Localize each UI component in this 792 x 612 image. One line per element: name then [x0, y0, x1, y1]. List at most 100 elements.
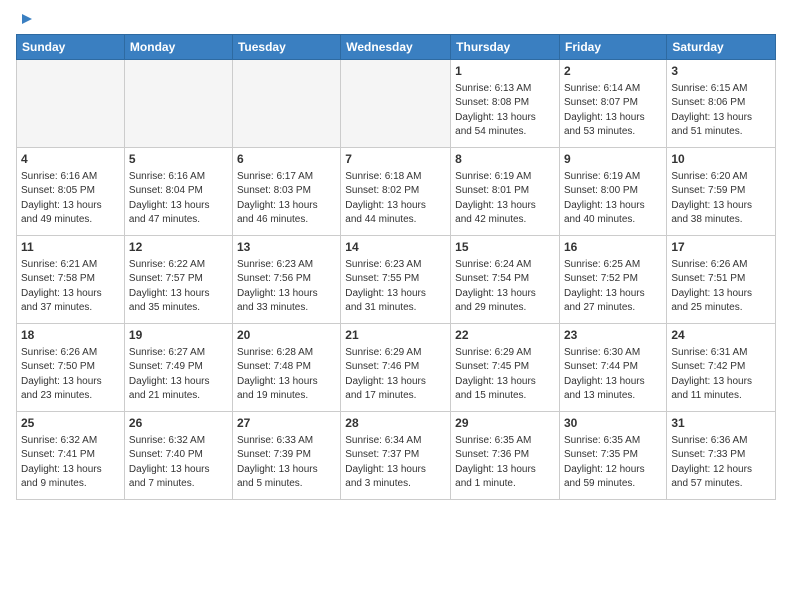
day-number: 6 [237, 151, 336, 168]
day-info: Sunrise: 6:35 AM Sunset: 7:35 PM Dayligh… [564, 435, 645, 490]
calendar-week-row: 25 Sunrise: 6:32 AM Sunset: 7:41 PM Dayli… [17, 412, 776, 500]
calendar-day-10: 10 Sunrise: 6:20 AM Sunset: 7:59 PM Dayli… [667, 148, 776, 236]
day-number: 16 [564, 239, 662, 256]
calendar-day-26: 26 Sunrise: 6:32 AM Sunset: 7:40 PM Dayli… [124, 412, 232, 500]
day-info: Sunrise: 6:30 AM Sunset: 7:44 PM Dayligh… [564, 347, 645, 402]
day-number: 13 [237, 239, 336, 256]
calendar-day-19: 19 Sunrise: 6:27 AM Sunset: 7:49 PM Dayli… [124, 324, 232, 412]
day-number: 2 [564, 63, 662, 80]
calendar-day-5: 5Sunrise: 6:16 AM Sunset: 8:04 PM Daylig… [124, 148, 232, 236]
day-number: 23 [564, 327, 662, 344]
calendar-day-23: 23 Sunrise: 6:30 AM Sunset: 7:44 PM Dayli… [560, 324, 667, 412]
day-number: 9 [564, 151, 662, 168]
calendar-day-11: 11 Sunrise: 6:21 AM Sunset: 7:58 PM Dayli… [17, 236, 125, 324]
calendar-day-8: 8 Sunrise: 6:19 AM Sunset: 8:01 PM Daylig… [451, 148, 560, 236]
day-number: 25 [21, 415, 120, 432]
day-info: Sunrise: 6:23 AM Sunset: 7:55 PM Dayligh… [345, 259, 426, 314]
day-number: 11 [21, 239, 120, 256]
day-info: Sunrise: 6:33 AM Sunset: 7:39 PM Dayligh… [237, 435, 318, 490]
day-number: 12 [129, 239, 228, 256]
calendar-week-row: 11 Sunrise: 6:21 AM Sunset: 7:58 PM Dayli… [17, 236, 776, 324]
day-number: 18 [21, 327, 120, 344]
calendar-day-1: 1Sunrise: 6:13 AM Sunset: 8:08 PM Daylig… [451, 60, 560, 148]
day-info: Sunrise: 6:20 AM Sunset: 7:59 PM Dayligh… [671, 171, 752, 226]
day-number: 30 [564, 415, 662, 432]
calendar-day-21: 21 Sunrise: 6:29 AM Sunset: 7:46 PM Dayli… [341, 324, 451, 412]
calendar-empty-cell [341, 60, 451, 148]
day-info: Sunrise: 6:31 AM Sunset: 7:42 PM Dayligh… [671, 347, 752, 402]
day-info: Sunrise: 6:19 AM Sunset: 8:01 PM Dayligh… [455, 171, 536, 226]
calendar-day-20: 20 Sunrise: 6:28 AM Sunset: 7:48 PM Dayli… [232, 324, 340, 412]
calendar-day-18: 18 Sunrise: 6:26 AM Sunset: 7:50 PM Dayli… [17, 324, 125, 412]
weekday-header-saturday: Saturday [667, 35, 776, 60]
weekday-header-monday: Monday [124, 35, 232, 60]
calendar-day-7: 7 Sunrise: 6:18 AM Sunset: 8:02 PM Daylig… [341, 148, 451, 236]
day-number: 24 [671, 327, 771, 344]
day-number: 5 [129, 151, 228, 168]
day-number: 14 [345, 239, 446, 256]
weekday-header-wednesday: Wednesday [341, 35, 451, 60]
day-number: 21 [345, 327, 446, 344]
day-number: 4 [21, 151, 120, 168]
calendar-day-31: 31 Sunrise: 6:36 AM Sunset: 7:33 PM Dayli… [667, 412, 776, 500]
calendar-week-row: 4Sunrise: 6:16 AM Sunset: 8:05 PM Daylig… [17, 148, 776, 236]
day-info: Sunrise: 6:18 AM Sunset: 8:02 PM Dayligh… [345, 171, 426, 226]
calendar-empty-cell [17, 60, 125, 148]
day-number: 31 [671, 415, 771, 432]
day-info: Sunrise: 6:21 AM Sunset: 7:58 PM Dayligh… [21, 259, 102, 314]
calendar-week-row: 1Sunrise: 6:13 AM Sunset: 8:08 PM Daylig… [17, 60, 776, 148]
day-info: Sunrise: 6:14 AM Sunset: 8:07 PM Dayligh… [564, 83, 645, 138]
day-info: Sunrise: 6:19 AM Sunset: 8:00 PM Dayligh… [564, 171, 645, 226]
day-info: Sunrise: 6:27 AM Sunset: 7:49 PM Dayligh… [129, 347, 210, 402]
day-info: Sunrise: 6:36 AM Sunset: 7:33 PM Dayligh… [671, 435, 752, 490]
weekday-header-tuesday: Tuesday [232, 35, 340, 60]
calendar-day-29: 29Sunrise: 6:35 AM Sunset: 7:36 PM Dayli… [451, 412, 560, 500]
calendar-day-28: 28 Sunrise: 6:34 AM Sunset: 7:37 PM Dayli… [341, 412, 451, 500]
day-info: Sunrise: 6:26 AM Sunset: 7:51 PM Dayligh… [671, 259, 752, 314]
calendar-day-27: 27 Sunrise: 6:33 AM Sunset: 7:39 PM Dayli… [232, 412, 340, 500]
day-number: 20 [237, 327, 336, 344]
day-number: 3 [671, 63, 771, 80]
day-info: Sunrise: 6:17 AM Sunset: 8:03 PM Dayligh… [237, 171, 318, 226]
calendar-table: SundayMondayTuesdayWednesdayThursdayFrid… [16, 34, 776, 500]
calendar-day-30: 30 Sunrise: 6:35 AM Sunset: 7:35 PM Dayli… [560, 412, 667, 500]
day-number: 29 [455, 415, 555, 432]
calendar-day-14: 14 Sunrise: 6:23 AM Sunset: 7:55 PM Dayli… [341, 236, 451, 324]
day-info: Sunrise: 6:15 AM Sunset: 8:06 PM Dayligh… [671, 83, 752, 138]
day-number: 10 [671, 151, 771, 168]
day-info: Sunrise: 6:23 AM Sunset: 7:56 PM Dayligh… [237, 259, 318, 314]
weekday-header-thursday: Thursday [451, 35, 560, 60]
day-info: Sunrise: 6:29 AM Sunset: 7:46 PM Dayligh… [345, 347, 426, 402]
calendar-day-9: 9 Sunrise: 6:19 AM Sunset: 8:00 PM Daylig… [560, 148, 667, 236]
calendar-day-15: 15Sunrise: 6:24 AM Sunset: 7:54 PM Dayli… [451, 236, 560, 324]
day-number: 15 [455, 239, 555, 256]
day-info: Sunrise: 6:34 AM Sunset: 7:37 PM Dayligh… [345, 435, 426, 490]
day-info: Sunrise: 6:22 AM Sunset: 7:57 PM Dayligh… [129, 259, 210, 314]
calendar-week-row: 18 Sunrise: 6:26 AM Sunset: 7:50 PM Dayli… [17, 324, 776, 412]
day-info: Sunrise: 6:26 AM Sunset: 7:50 PM Dayligh… [21, 347, 102, 402]
day-number: 26 [129, 415, 228, 432]
day-info: Sunrise: 6:32 AM Sunset: 7:40 PM Dayligh… [129, 435, 210, 490]
day-info: Sunrise: 6:28 AM Sunset: 7:48 PM Dayligh… [237, 347, 318, 402]
calendar-day-22: 22 Sunrise: 6:29 AM Sunset: 7:45 PM Dayli… [451, 324, 560, 412]
calendar-empty-cell [232, 60, 340, 148]
day-number: 28 [345, 415, 446, 432]
calendar-day-16: 16 Sunrise: 6:25 AM Sunset: 7:52 PM Dayli… [560, 236, 667, 324]
day-number: 8 [455, 151, 555, 168]
weekday-header-sunday: Sunday [17, 35, 125, 60]
calendar-day-2: 2 Sunrise: 6:14 AM Sunset: 8:07 PM Daylig… [560, 60, 667, 148]
calendar-day-13: 13 Sunrise: 6:23 AM Sunset: 7:56 PM Dayli… [232, 236, 340, 324]
day-number: 22 [455, 327, 555, 344]
calendar-day-25: 25 Sunrise: 6:32 AM Sunset: 7:41 PM Dayli… [17, 412, 125, 500]
day-number: 19 [129, 327, 228, 344]
calendar-day-12: 12 Sunrise: 6:22 AM Sunset: 7:57 PM Dayli… [124, 236, 232, 324]
day-info: Sunrise: 6:32 AM Sunset: 7:41 PM Dayligh… [21, 435, 102, 490]
day-number: 7 [345, 151, 446, 168]
day-number: 27 [237, 415, 336, 432]
header-area [16, 10, 776, 28]
logo [16, 10, 36, 28]
calendar-day-6: 6 Sunrise: 6:17 AM Sunset: 8:03 PM Daylig… [232, 148, 340, 236]
weekday-header-friday: Friday [560, 35, 667, 60]
day-info: Sunrise: 6:25 AM Sunset: 7:52 PM Dayligh… [564, 259, 645, 314]
day-info: Sunrise: 6:29 AM Sunset: 7:45 PM Dayligh… [455, 347, 536, 402]
